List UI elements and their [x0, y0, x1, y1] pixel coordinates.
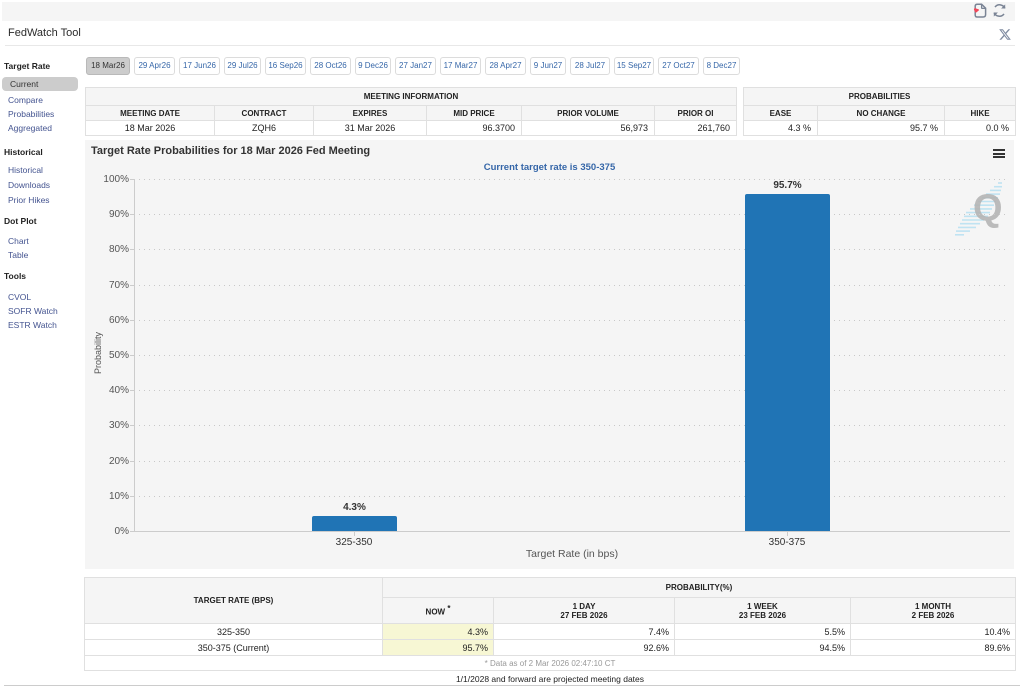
svg-text:Q: Q: [973, 187, 1003, 229]
